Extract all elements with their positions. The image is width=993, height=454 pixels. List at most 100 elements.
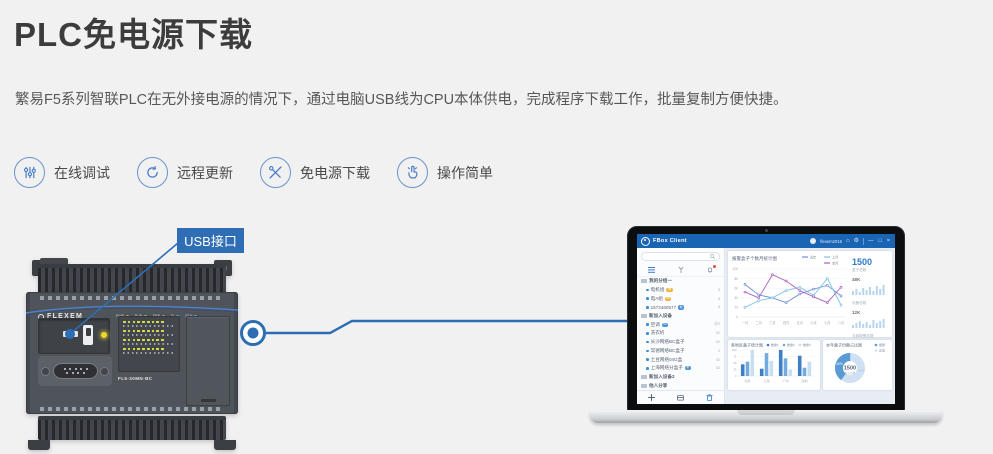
devices-label: 设备总数 xyxy=(852,301,890,306)
plc-model-label: FL5-30MN-BC xyxy=(118,376,153,381)
sidebar-device-item[interactable]: 长沙网络BC盒子 02 xyxy=(637,338,724,347)
laptop-screen: FBox Client flexem2016 ⌂ ⚙ — □ × xyxy=(637,234,895,404)
sidebar-device-item[interactable]: 上海网络分盒子新02 xyxy=(637,364,724,373)
sidebar-group[interactable]: 他人分享 xyxy=(637,381,724,389)
item-label: 土豆网络04G盒 xyxy=(651,357,683,363)
app-titlebar: FBox Client flexem2016 ⌂ ⚙ — □ × xyxy=(637,234,895,248)
sidebar-group[interactable]: 新加入设备 xyxy=(637,312,724,321)
svg-text:40: 40 xyxy=(734,296,738,300)
svg-text:本月: 本月 xyxy=(832,260,838,265)
webcam-icon xyxy=(765,229,768,232)
device-dot-icon xyxy=(646,332,649,335)
sidebar-device-item[interactable]: 洗衣机02 xyxy=(637,329,724,338)
close-button[interactable]: × xyxy=(887,238,891,244)
usb-panel xyxy=(38,318,110,354)
tab-device-list[interactable] xyxy=(637,264,666,276)
alarms-label: 当前报警总数 xyxy=(852,334,890,339)
tab-monitor[interactable] xyxy=(666,264,695,276)
svg-text:五月: 五月 xyxy=(797,321,803,325)
tab-alarms[interactable] xyxy=(695,264,724,276)
item-label: 新加入设备 xyxy=(649,313,672,319)
device-dot-icon xyxy=(646,289,649,292)
svg-text:60%: 60% xyxy=(858,369,865,373)
item-badge: 48 xyxy=(666,288,672,292)
svg-text:数量1: 数量1 xyxy=(771,342,779,347)
sidebar-device-item[interactable]: 1573460577新5 xyxy=(637,303,724,312)
device-dot-icon xyxy=(646,358,649,361)
device-sidebar: 我的分组一电机组485电A组0651573460577新5新加入设备空调02分2… xyxy=(637,248,725,404)
device-box-icon[interactable] xyxy=(676,393,685,402)
feature-powerfree-download: 免电源下载 xyxy=(260,157,370,188)
trash-icon[interactable] xyxy=(705,393,714,402)
home-icon[interactable]: ⌂ xyxy=(846,238,850,244)
device-dot-icon xyxy=(646,341,649,344)
device-dot-icon xyxy=(646,350,649,353)
item-label: 长沙网络BC盒子 xyxy=(651,339,685,345)
tools-icon xyxy=(260,157,291,188)
app-name: FBox Client xyxy=(653,238,687,244)
db9-connector xyxy=(53,363,98,379)
svg-text:深圳: 深圳 xyxy=(801,378,807,383)
devices-sparkline xyxy=(852,283,886,295)
svg-text:100: 100 xyxy=(733,267,739,271)
folder-icon xyxy=(641,314,647,318)
svg-text:1500: 1500 xyxy=(844,366,856,372)
username[interactable]: flexem2016 xyxy=(820,239,842,244)
sidebar-group[interactable]: 我的分组一 xyxy=(637,277,724,286)
sidebar-device-item[interactable]: 电A组065 xyxy=(637,294,724,303)
user-avatar[interactable] xyxy=(810,238,816,244)
add-device-icon[interactable] xyxy=(647,393,656,402)
serial-port-db9 xyxy=(38,356,112,386)
terminal-block-top xyxy=(38,264,226,294)
plc-body: FLEXEM PWRRUNERRSLETH FL5-30MN-BC xyxy=(26,292,238,414)
item-count: 2 xyxy=(718,349,720,353)
io-led-grid xyxy=(118,316,180,372)
run-stop-switch xyxy=(83,325,93,345)
dashboard-main: 报警盒子个数月统计图020406080100一月二月三月四月五月六月七月八月去年… xyxy=(725,248,895,404)
svg-text:正常: 正常 xyxy=(879,348,885,353)
line-chart-card: 报警盒子个数月统计图020406080100一月二月三月四月五月六月七月八月去年… xyxy=(728,251,892,337)
item-count: 02 xyxy=(716,340,720,344)
sidebar-device-item[interactable]: 常德网络BC盒子2 xyxy=(637,347,724,356)
sidebar-device-item[interactable]: 空调02分2 xyxy=(637,320,724,329)
device-dot-icon xyxy=(646,297,649,300)
sidebar-device-item[interactable]: 土豆网络04G盒02 xyxy=(637,355,724,364)
folder-icon xyxy=(641,375,647,379)
feature-remote-update: 远程更新 xyxy=(137,157,233,188)
svg-text:去年: 去年 xyxy=(810,254,817,259)
item-label: 1573460577 xyxy=(651,305,677,310)
folder-icon xyxy=(641,279,647,283)
svg-text:四月: 四月 xyxy=(783,321,789,325)
item-label: 洗衣机 xyxy=(651,330,665,336)
app-logo-icon xyxy=(641,237,650,246)
svg-text:25: 25 xyxy=(733,368,737,372)
sidebar-tabs xyxy=(637,264,724,277)
svg-text:80: 80 xyxy=(734,277,738,281)
page-title: PLC免电源下载 xyxy=(14,8,253,56)
alarm-badge xyxy=(713,265,716,268)
minimize-button[interactable]: — xyxy=(868,238,875,244)
io-label-strip xyxy=(40,407,224,411)
item-badge: 06 xyxy=(665,297,671,301)
svg-text:一月: 一月 xyxy=(742,321,748,325)
svg-text:40%: 40% xyxy=(836,362,843,366)
svg-text:三月: 三月 xyxy=(769,321,775,325)
feature-easy-operation: 操作简单 xyxy=(397,157,493,188)
device-dot-icon xyxy=(646,306,649,309)
device-tree: 我的分组一电机组485电A组0651573460577新5新加入设备空调02分2… xyxy=(637,277,724,389)
line-chart: 报警盒子个数月统计图020406080100一月二月三月四月五月六月七月八月去年… xyxy=(728,251,852,335)
sidebar-device-item[interactable]: 电机组485 xyxy=(637,286,724,295)
total-boxes-label: 盒子总数 xyxy=(852,268,890,273)
search-input[interactable] xyxy=(641,252,720,261)
mounting-foot xyxy=(28,440,50,450)
stats-column: 1500 盒子总数 48K 设备总数 12K 当前报警总数 xyxy=(852,251,890,337)
maximize-button[interactable]: □ xyxy=(878,238,882,244)
svg-text:50: 50 xyxy=(733,361,737,365)
sidebar-group[interactable]: 新加入设备2 xyxy=(637,373,724,382)
svg-text:报警: 报警 xyxy=(879,342,885,347)
item-label: 电机组 xyxy=(651,287,665,293)
tap-icon xyxy=(397,157,428,188)
item-label: 新加入设备2 xyxy=(649,374,675,380)
donut-chart: 本年盒子份额占比图40%60%1500盒子总数报警正常 xyxy=(823,340,892,388)
gear-icon[interactable]: ⚙ xyxy=(854,238,859,244)
